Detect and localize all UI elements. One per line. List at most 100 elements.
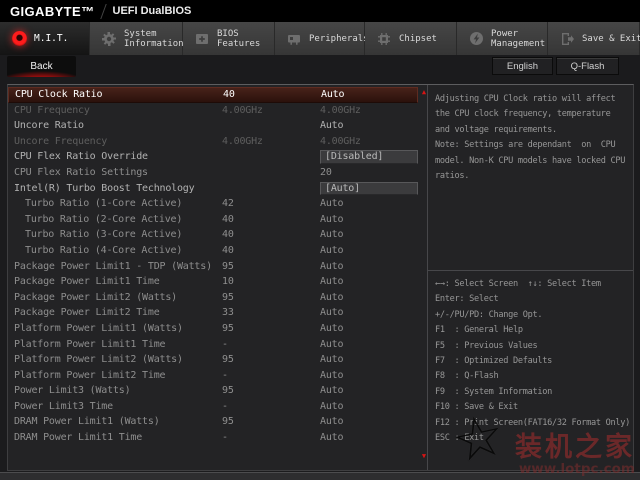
scroll-up-icon[interactable]: ▲ [422,88,426,96]
setting-option[interactable]: Auto [320,243,418,259]
setting-option-box[interactable]: [Auto] [320,181,418,196]
help-line: Adjusting CPU Clock ratio will affect [435,94,616,104]
tab-save-exit[interactable]: Save & Exit [548,22,640,55]
setting-value: 95 [222,354,234,366]
setting-label: Turbo Ratio (4-Core Active) [25,244,183,256]
setting-option[interactable]: Auto [320,305,418,321]
setting-value: 4.00GHz [222,135,263,147]
qflash-button[interactable]: Q-Flash [556,57,619,75]
header-divider [99,3,107,19]
setting-option-box[interactable]: [Disabled] [320,150,418,164]
tab-peripherals[interactable]: Peripherals [275,22,369,55]
setting-option[interactable]: Auto [320,259,418,275]
settings-row[interactable]: Intel(R) Turbo Boost Technology [Auto] [8,181,418,197]
tab-bar: M.I.T. System Information BIOS Features Perip… [0,22,640,55]
setting-label: Platform Power Limit2 Time [14,369,166,381]
tab-label: Save & Exit [582,33,640,44]
help-line: model. Non-K CPU models have locked CPU [435,155,626,166]
chip-icon [376,31,392,47]
setting-label: Uncore Frequency [14,135,108,147]
settings-row[interactable]: DRAM Power Limit1 (Watts) 95 Auto [8,414,418,430]
setting-value: 95 [222,416,234,428]
settings-row[interactable]: Uncore Ratio Auto [8,118,418,134]
setting-option[interactable]: Auto [320,212,418,228]
setting-label: Power Limit3 (Watts) [14,385,131,397]
shortcut-item: ←→: Select Screen ↑↓: Select Item [435,279,601,289]
setting-label: CPU Flex Ratio Override [14,151,148,163]
setting-value: - [222,432,228,444]
setting-option[interactable]: [Disabled] [320,149,418,165]
settings-row[interactable]: Platform Power Limit2 Time - Auto [8,368,418,384]
setting-label: DRAM Power Limit1 (Watts) [14,416,160,428]
setting-option[interactable]: Auto [320,414,418,430]
setting-option[interactable]: 4.00GHz [320,134,418,150]
setting-option[interactable]: Auto [320,227,418,243]
peripherals-icon [286,31,302,47]
settings-row[interactable]: Turbo Ratio (4-Core Active) 40 Auto [8,243,418,259]
settings-panel: CPU Clock Ratio 40 Auto CPU Frequency 4.00GH… [8,85,427,470]
settings-row[interactable]: Power Limit3 Time - Auto [8,399,418,415]
scroll-down-icon[interactable]: ▼ [422,452,426,460]
power-bolt-icon [468,31,484,47]
setting-option[interactable]: Auto [321,88,417,102]
settings-row[interactable]: Platform Power Limit1 Time - Auto [8,337,418,353]
setting-value: 10 [222,276,234,288]
settings-row[interactable]: Platform Power Limit1 (Watts) 95 Auto [8,321,418,337]
settings-row[interactable]: CPU Flex Ratio Settings 20 [8,165,418,181]
settings-row[interactable]: CPU Flex Ratio Override [Disabled] [8,149,418,165]
setting-value [222,181,320,197]
setting-value: 40 [223,89,235,100]
language-button[interactable]: English [492,57,553,75]
setting-option[interactable]: Auto [320,118,418,134]
settings-row[interactable]: Turbo Ratio (2-Core Active) 40 Auto [8,212,418,228]
settings-row[interactable]: Package Power Limit2 (Watts) 95 Auto [8,290,418,306]
setting-value: 4.00GHz [222,104,263,116]
setting-label: Platform Power Limit2 (Watts) [14,354,183,366]
help-line: ratios. [435,171,470,182]
setting-option[interactable]: Auto [320,321,418,337]
settings-row[interactable]: Platform Power Limit2 (Watts) 95 Auto [8,352,418,368]
setting-option[interactable]: Auto [320,196,418,212]
help-text: Adjusting CPU Clock ratio will affect the… [428,85,633,271]
setting-option[interactable]: Auto [320,399,418,415]
settings-row[interactable]: Package Power Limit1 Time 10 Auto [8,274,418,290]
setting-option[interactable]: Auto [320,352,418,368]
settings-row[interactable]: Turbo Ratio (3-Core Active) 40 Auto [8,227,418,243]
back-button[interactable]: Back [7,56,76,77]
tab-mit[interactable]: M.I.T. [0,22,90,55]
setting-option[interactable]: 4.00GHz [320,103,418,119]
setting-option[interactable]: Auto [320,290,418,306]
setting-option[interactable]: Auto [320,383,418,399]
tab-power-management[interactable]: Power Management [457,22,548,55]
settings-row[interactable]: Package Power Limit1 - TDP (Watts) 95 Auto [8,259,418,275]
settings-row[interactable]: DRAM Power Limit1 Time - Auto [8,430,418,446]
setting-option[interactable]: Auto [320,274,418,290]
shortcut-list: ←→: Select Screen ↑↓: Select Item Enter: … [428,271,633,446]
setting-option[interactable]: Auto [320,337,418,353]
setting-label: Intel(R) Turbo Boost Technology [14,182,195,194]
settings-row[interactable]: Uncore Frequency 4.00GHz 4.00GHz [8,134,418,150]
setting-option[interactable]: Auto [320,430,418,446]
help-line: and voltage requirements. [435,124,557,135]
setting-label: Platform Power Limit1 (Watts) [14,322,183,334]
setting-option[interactable]: Auto [320,368,418,384]
setting-label: Platform Power Limit1 Time [14,338,166,350]
settings-row[interactable]: Power Limit3 (Watts) 95 Auto [8,383,418,399]
shortcut-item: Enter: Select [435,294,499,305]
settings-row[interactable]: Package Power Limit2 Time 33 Auto [8,305,418,321]
mit-dot-icon [11,31,27,47]
setting-value: 95 [222,260,234,272]
tab-bios-features[interactable]: BIOS Features [183,22,275,55]
setting-value: - [222,400,228,412]
shortcut-item: F10 : Save & Exit [435,402,518,413]
shortcut-item: F8 : Q-Flash [435,371,499,382]
tab-chipset[interactable]: Chipset [365,22,457,55]
setting-option[interactable]: [Auto] [320,181,418,197]
shortcut-item: +/-/PU/PD: Change Opt. [435,309,543,320]
settings-row[interactable]: CPU Frequency 4.00GHz 4.00GHz [8,103,418,119]
settings-row[interactable]: Turbo Ratio (1-Core Active) 42 Auto [8,196,418,212]
tab-system-information[interactable]: System Information [90,22,184,55]
setting-option[interactable]: 20 [320,165,418,181]
setting-label: CPU Clock Ratio [15,89,103,100]
settings-row[interactable]: CPU Clock Ratio 40 Auto [8,87,419,103]
